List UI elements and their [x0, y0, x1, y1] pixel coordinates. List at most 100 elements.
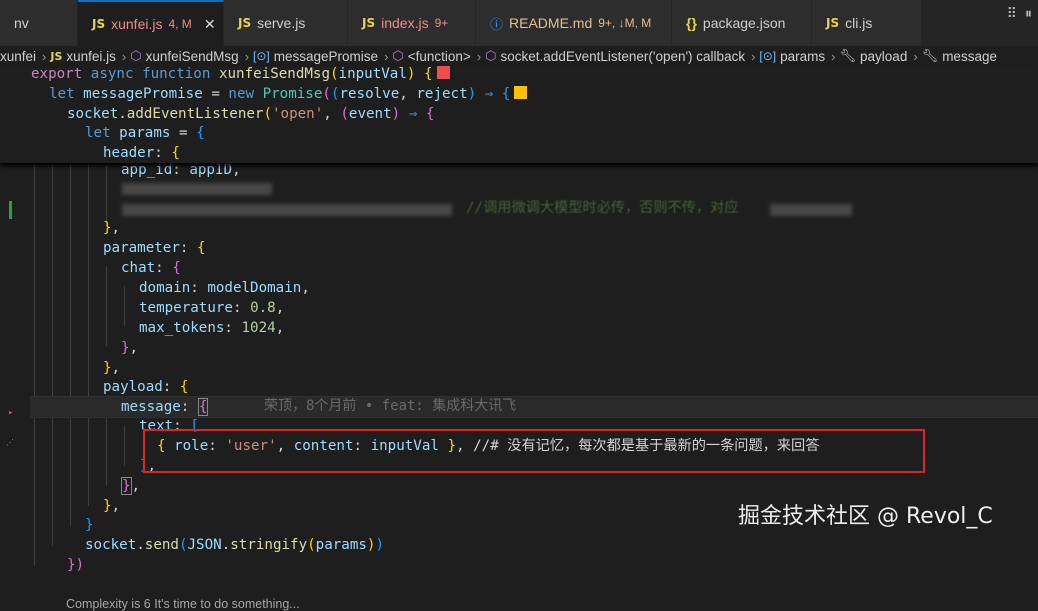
blurred-code — [122, 204, 452, 216]
property-wrench-icon: 🔧︎ — [839, 48, 857, 63]
breadcrumb-anon-function[interactable]: ⬡ <function> — [392, 48, 470, 64]
code-line-6: app_id: appID, — [121, 162, 241, 178]
tab-label: nv — [14, 15, 29, 31]
tab-cli-js[interactable]: JS cli.js — [812, 0, 922, 46]
tab-badge: 9+ — [434, 16, 449, 30]
code-line-14: }, — [121, 340, 139, 356]
code-line-25: }) — [67, 557, 85, 573]
blurred-code — [770, 204, 852, 216]
indent-guide — [124, 286, 125, 326]
git-modified-marker — [9, 201, 12, 219]
breadcrumb-label: params — [780, 48, 826, 64]
chevron-right-icon: › — [913, 48, 918, 64]
code-line-10: chat: { — [121, 260, 181, 276]
code-line-17: message: { — [121, 398, 209, 416]
indent-guide — [106, 406, 107, 486]
variable-icon: [⊙] — [253, 49, 270, 63]
breadcrumb-label: xunfeiSendMsg — [145, 48, 239, 64]
chevron-right-icon: › — [42, 48, 47, 64]
json-file-icon: {} — [686, 15, 697, 31]
breadcrumb-label: socket.addEventListener('open') callback — [500, 48, 746, 64]
indent-guide — [88, 146, 89, 506]
javascript-file-icon: JS — [238, 16, 252, 30]
javascript-file-icon: JS — [50, 49, 63, 63]
code-line-5: header: { — [103, 145, 180, 161]
code-line-22: }, — [103, 498, 121, 514]
red-color-swatch — [436, 66, 450, 79]
tab-badge: 9+, ↓M, M — [598, 16, 652, 30]
chevron-right-icon: › — [831, 48, 836, 64]
code-line-16: payload: { — [103, 379, 189, 395]
git-added-marker: ⋰ — [6, 438, 14, 447]
breadcrumb-label: xunfei.js — [66, 48, 116, 64]
code-line-21: }, — [121, 477, 141, 495]
editor-tab-bar: nv JS xunfei.js 4, M ✕ JS serve.js JS in… — [0, 0, 1038, 47]
sticky-scroll-header: export async function xunfeiSendMsg(inpu… — [0, 66, 1038, 163]
code-line-1: export async function xunfeiSendMsg(inpu… — [31, 64, 450, 84]
code-line-11: domain: modelDomain, — [139, 280, 310, 296]
editor-actions: ⠿ ⏸ — [1007, 6, 1032, 22]
tab-xunfei-js[interactable]: JS xunfei.js 4, M ✕ — [78, 0, 224, 46]
breadcrumb-message[interactable]: 🔧︎ message — [922, 48, 997, 64]
javascript-file-icon: JS — [92, 17, 106, 31]
tab-nv[interactable]: nv — [0, 0, 78, 46]
code-line-15: }, — [103, 360, 121, 376]
complexity-codelens[interactable]: Complexity is 6 It's time to do somethin… — [66, 597, 300, 611]
breadcrumb-variable[interactable]: [⊙] messagePromise — [253, 49, 378, 64]
indent-guide — [106, 166, 107, 226]
annotation-highlight-box — [143, 429, 925, 473]
code-line-23: } — [85, 517, 94, 533]
indent-guide — [106, 266, 107, 346]
chevron-right-icon: › — [384, 48, 389, 64]
chevron-right-icon: › — [751, 48, 756, 64]
breadcrumb-callback[interactable]: ⬡ socket.addEventListener('open') callbac… — [485, 48, 745, 64]
tab-label: serve.js — [257, 15, 306, 31]
code-line-9: parameter: { — [103, 240, 206, 256]
indent-guide — [124, 426, 125, 466]
blurred-code — [122, 183, 272, 195]
breadcrumb-label: xunfei — [0, 48, 37, 64]
code-comment-blurred: //调用微调大模型时必传，否则不传，对应 — [466, 200, 739, 216]
tab-package-json[interactable]: {} package.json — [672, 0, 812, 46]
pause-icon[interactable]: ⏸ — [1025, 6, 1032, 22]
tab-label: cli.js — [845, 15, 873, 31]
tab-label: xunfei.js — [111, 16, 163, 32]
breadcrumb-label: message — [942, 48, 997, 64]
tab-label: README.md — [509, 15, 593, 31]
git-blame-annotation: 荣顶，8个月前 • feat: 集成科大讯飞 — [264, 398, 517, 414]
property-wrench-icon: 🔧︎ — [921, 48, 939, 63]
tab-serve-js[interactable]: JS serve.js — [224, 0, 348, 46]
tab-index-js[interactable]: JS index.js 9+ — [348, 0, 476, 46]
code-line-4: let params = { — [85, 125, 205, 141]
code-line-12: temperature: 0.8, — [139, 300, 285, 316]
yellow-color-swatch — [514, 86, 528, 99]
method-cube-icon: ⬡ — [130, 48, 142, 63]
variable-icon: [⊙] — [759, 49, 777, 63]
breadcrumb-label: payload — [860, 48, 908, 64]
info-icon: ⓘ — [490, 16, 504, 32]
breadcrumb-folder[interactable]: xunfei — [0, 49, 36, 64]
tab-label: package.json — [702, 15, 786, 31]
chevron-right-icon: › — [476, 48, 482, 64]
breadcrumb-file[interactable]: JS xunfei.js — [50, 49, 116, 64]
watermark: 掘金技术社区 @ Revol_C — [738, 504, 993, 529]
tab-label: index.js — [381, 15, 429, 31]
code-line-3: socket.addEventListener('open', (event) … — [67, 106, 435, 122]
chevron-right-icon: › — [244, 48, 250, 64]
breadcrumb-function[interactable]: ⬡ xunfeiSendMsg — [130, 48, 238, 64]
indent-guide — [70, 126, 71, 526]
method-cube-icon: ⬡ — [392, 48, 404, 63]
indent-guide — [52, 106, 53, 546]
breadcrumb-label: messagePromise — [273, 48, 379, 64]
breadcrumb-params[interactable]: [⊙] params — [759, 49, 825, 64]
breadcrumb-payload[interactable]: 🔧︎ payload — [840, 48, 908, 64]
git-deleted-marker: ▸ — [8, 408, 14, 418]
breadcrumb: xunfei › JS xunfei.js › ⬡ xunfeiSendMsg › … — [0, 46, 1038, 66]
code-line-8: }, — [103, 220, 121, 236]
tab-readme-md[interactable]: ⓘ README.md 9+, ↓M, M — [476, 0, 672, 46]
method-cube-icon: ⬡ — [485, 48, 497, 63]
code-line-2: let messagePromise = new Promise((resolv… — [49, 84, 528, 104]
grid-dots-icon[interactable]: ⠿ — [1007, 6, 1017, 22]
chevron-right-icon: › — [121, 48, 127, 64]
close-icon[interactable]: ✕ — [204, 16, 216, 33]
